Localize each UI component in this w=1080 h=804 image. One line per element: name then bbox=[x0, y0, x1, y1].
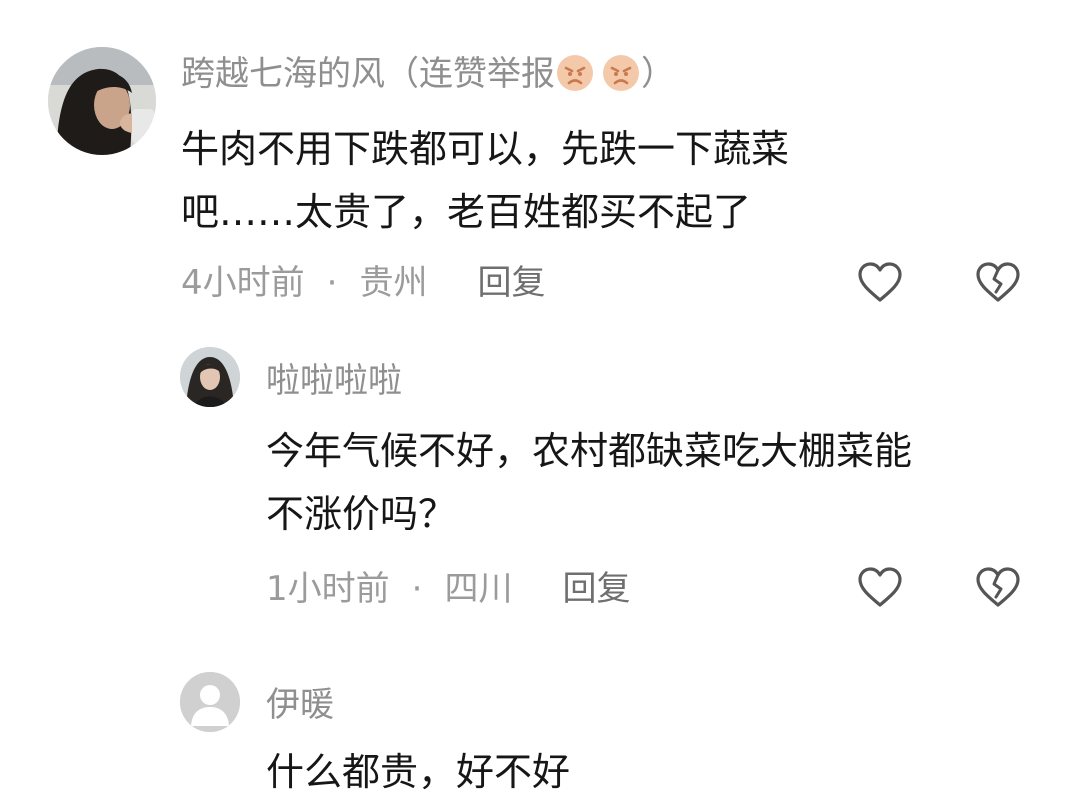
comment-meta: 4小时前 · 贵州 回复 bbox=[181, 261, 545, 305]
comment-line: 不涨价吗？ bbox=[266, 492, 457, 536]
comment-time: 4小时前 bbox=[181, 263, 305, 303]
comment-line: 吧……太贵了，老百姓都买不起了 bbox=[181, 190, 752, 234]
comment-username[interactable]: 跨越七海的风（连赞举报 ） bbox=[181, 52, 675, 96]
reply-button[interactable]: 回复 bbox=[477, 261, 545, 305]
comment-meta: 1小时前 · 四川 回复 bbox=[266, 567, 630, 611]
avatar[interactable] bbox=[180, 347, 240, 407]
comment-username[interactable]: 伊暖 bbox=[266, 683, 334, 727]
comment-content: 今年气候不好，农村都缺菜吃大棚菜能 不涨价吗？ bbox=[266, 420, 912, 546]
comment-content: 牛肉不用下跌都可以，先跌一下蔬菜 吧……太贵了，老百姓都买不起了 bbox=[181, 118, 789, 244]
meta-separator: · bbox=[326, 263, 338, 303]
comment-line: 牛肉不用下跌都可以，先跌一下蔬菜 bbox=[181, 127, 790, 171]
comment-location: 四川 bbox=[444, 569, 513, 609]
angry-face-icon bbox=[601, 53, 641, 93]
meta-separator: · bbox=[411, 569, 423, 609]
avatar-image bbox=[180, 347, 240, 407]
comment-username[interactable]: 啦啦啦啦 bbox=[266, 359, 402, 403]
default-avatar-icon[interactable] bbox=[180, 672, 240, 732]
reply-button[interactable]: 回复 bbox=[562, 567, 630, 611]
angry-face-icon bbox=[555, 53, 595, 93]
comment-line: 什么都贵，好不好 bbox=[266, 750, 571, 794]
avatar[interactable] bbox=[48, 47, 156, 155]
avatar-image bbox=[48, 47, 156, 155]
broken-heart-icon[interactable] bbox=[974, 259, 1022, 307]
comment-time: 1小时前 bbox=[266, 569, 390, 609]
heart-outline-icon[interactable] bbox=[856, 259, 904, 307]
heart-outline-icon[interactable] bbox=[856, 564, 904, 612]
comment-line: 今年气候不好，农村都缺菜吃大棚菜能 bbox=[266, 429, 913, 473]
comment-content: 什么都贵，好不好 bbox=[266, 741, 570, 804]
comment-location: 贵州 bbox=[359, 263, 428, 303]
broken-heart-icon[interactable] bbox=[974, 564, 1022, 612]
